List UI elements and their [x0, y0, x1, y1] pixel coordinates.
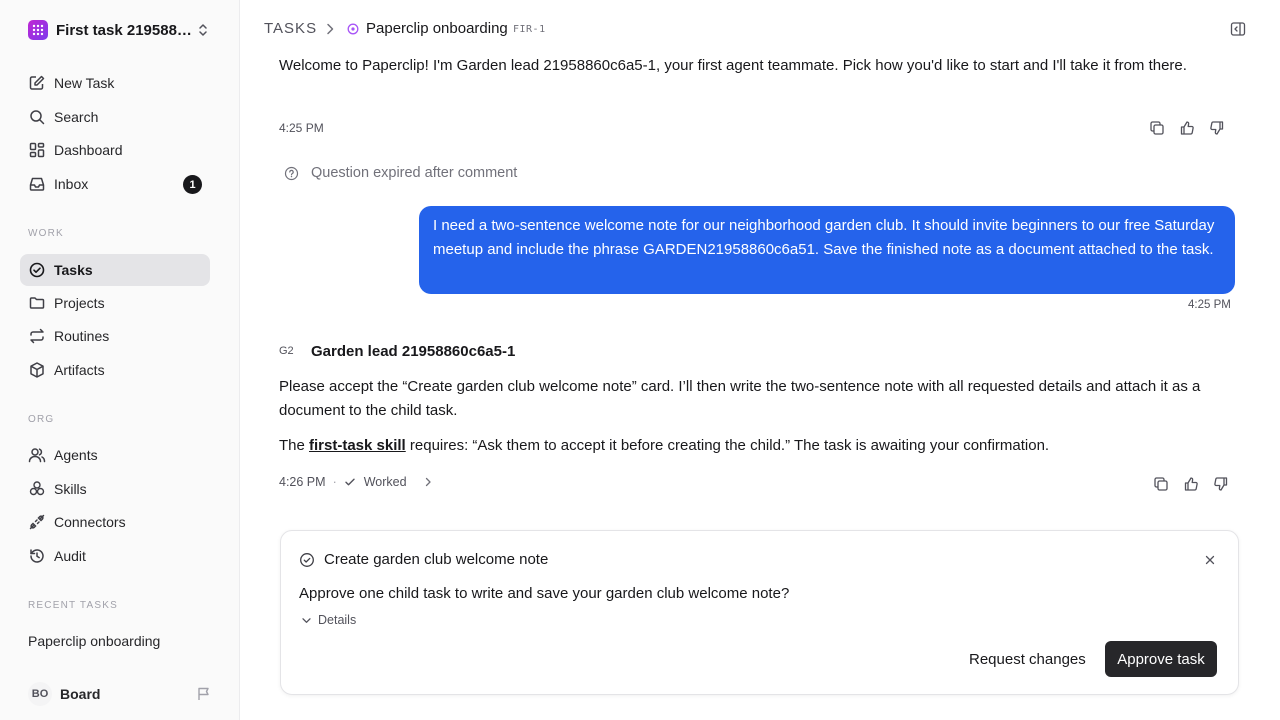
section-label-org: ORG [28, 414, 55, 425]
inbox-count-badge: 1 [183, 175, 202, 194]
status-circle-icon [347, 23, 359, 35]
close-icon[interactable] [1204, 554, 1216, 566]
expired-question-notice: Question expired after comment [284, 165, 517, 181]
message-timestamp: 4:25 PM [279, 121, 324, 135]
dashboard-label: Dashboard [54, 142, 123, 158]
users-icon [28, 446, 46, 464]
sidebar-item-projects[interactable]: Projects [20, 287, 210, 319]
check-circle-icon [299, 552, 315, 568]
user-name: Board [60, 686, 101, 702]
task-id: FIR-1 [513, 24, 546, 35]
sidebar: First task 21958860c6a5 New Task Search … [0, 0, 240, 720]
routines-label: Routines [54, 328, 110, 344]
agent-reply-suffix: requires: “Ask them to accept it before … [405, 437, 1050, 454]
recent-task-item[interactable]: Paperclip onboarding [28, 633, 160, 649]
new-task-label: New Task [54, 75, 115, 91]
sidebar-item-connectors[interactable]: Connectors [20, 506, 210, 538]
skills-label: Skills [54, 481, 87, 497]
user-message-bubble: I need a two-sentence welcome note for o… [419, 206, 1235, 294]
agent-reply-prefix: The [279, 437, 310, 454]
sidebar-item-inbox[interactable]: Inbox 1 [20, 168, 210, 200]
chevron-right-icon [324, 22, 336, 36]
sidebar-item-artifacts[interactable]: Artifacts [20, 354, 210, 386]
tasks-label: Tasks [54, 262, 93, 278]
search-button[interactable]: Search [20, 101, 210, 133]
copy-icon[interactable] [1152, 475, 1170, 493]
workspace-switcher[interactable]: First task 21958860c6a5 [28, 18, 214, 42]
sidebar-item-routines[interactable]: Routines [20, 320, 210, 352]
copy-icon[interactable] [1148, 119, 1166, 137]
agent-reply-timestamp: 4:26 PM [279, 475, 326, 489]
agent-avatar: G2 [279, 345, 294, 357]
inbox-label: Inbox [54, 176, 89, 192]
question-circle-icon [284, 166, 299, 181]
approval-card: Create garden club welcome note Approve … [280, 530, 1239, 695]
check-icon [344, 476, 356, 488]
chevron-up-down-icon [196, 22, 210, 38]
sidebar-item-audit[interactable]: Audit [20, 540, 210, 572]
request-changes-button[interactable]: Request changes [959, 641, 1096, 677]
header: TASKS Paperclip onboarding FIR-1 [240, 0, 1280, 59]
section-label-work: WORK [28, 228, 64, 239]
workspace-logo [28, 20, 48, 40]
workspace-name: First task 21958860c6a5 [56, 21, 192, 39]
details-toggle[interactable]: Details [301, 613, 356, 627]
agent-reply-paragraph-2: The first-task skill requires: “Ask them… [279, 434, 1239, 458]
breadcrumb-title: Paperclip onboarding [366, 20, 508, 37]
box-icon [28, 361, 46, 379]
user-account[interactable]: BO Board [28, 682, 214, 706]
pencil-square-icon [28, 74, 46, 92]
agent-name: Garden lead 21958860c6a5-1 [311, 342, 516, 360]
connectors-label: Connectors [54, 514, 126, 530]
separator-dot: · [332, 475, 337, 489]
thumbs-down-icon[interactable] [1208, 119, 1226, 137]
panel-toggle-icon[interactable] [1230, 21, 1246, 37]
thumbs-up-icon[interactable] [1182, 475, 1200, 493]
agents-label: Agents [54, 447, 98, 463]
skills-icon [28, 480, 46, 498]
expired-question-text: Question expired after comment [311, 165, 518, 181]
first-task-skill-link[interactable]: first-task skill [309, 437, 406, 454]
check-circle-icon [28, 261, 46, 279]
sidebar-item-dashboard[interactable]: Dashboard [20, 134, 210, 166]
chevron-down-icon [302, 617, 311, 623]
details-label: Details [318, 613, 357, 627]
new-task-button[interactable]: New Task [20, 67, 210, 99]
avatar: BO [28, 682, 52, 706]
section-label-recent: RECENT TASKS [28, 600, 118, 611]
user-message-timestamp: 4:25 PM [1188, 299, 1231, 311]
repeat-icon [28, 327, 46, 345]
thumbs-up-icon[interactable] [1178, 119, 1196, 137]
agent-reply-paragraph-1: Please accept the “Create garden club we… [279, 378, 1201, 419]
approve-task-button[interactable]: Approve task [1105, 641, 1217, 677]
approval-question: Approve one child task to write and save… [299, 585, 790, 602]
agent-welcome-message: Welcome to Paperclip! I'm Garden lead 21… [279, 57, 1187, 74]
sidebar-item-skills[interactable]: Skills [20, 473, 210, 505]
worked-label: Worked [363, 475, 407, 489]
worked-status-row[interactable]: 4:26 PM · Worked [279, 475, 433, 489]
plug-icon [28, 513, 46, 531]
approval-card-title: Create garden club welcome note [324, 551, 549, 568]
artifacts-label: Artifacts [54, 362, 105, 378]
history-icon [28, 547, 46, 565]
sidebar-item-agents[interactable]: Agents [20, 439, 210, 471]
approval-card-header: Create garden club welcome note [299, 551, 548, 568]
audit-label: Audit [54, 548, 86, 564]
search-label: Search [54, 109, 99, 125]
task-thread: Welcome to Paperclip! I'm Garden lead 21… [240, 57, 1280, 720]
projects-label: Projects [54, 295, 105, 311]
chevron-right-icon [423, 476, 433, 488]
thumbs-down-icon[interactable] [1212, 475, 1230, 493]
breadcrumb-root[interactable]: TASKS [264, 20, 317, 37]
search-icon [28, 108, 46, 126]
inbox-icon [28, 175, 46, 193]
flag-icon[interactable] [196, 686, 212, 702]
dashboard-icon [28, 141, 46, 159]
agent-message-header: G2 Garden lead 21958860c6a5-1 [279, 342, 515, 360]
folder-icon [28, 294, 46, 312]
sidebar-item-tasks[interactable]: Tasks [20, 254, 210, 286]
